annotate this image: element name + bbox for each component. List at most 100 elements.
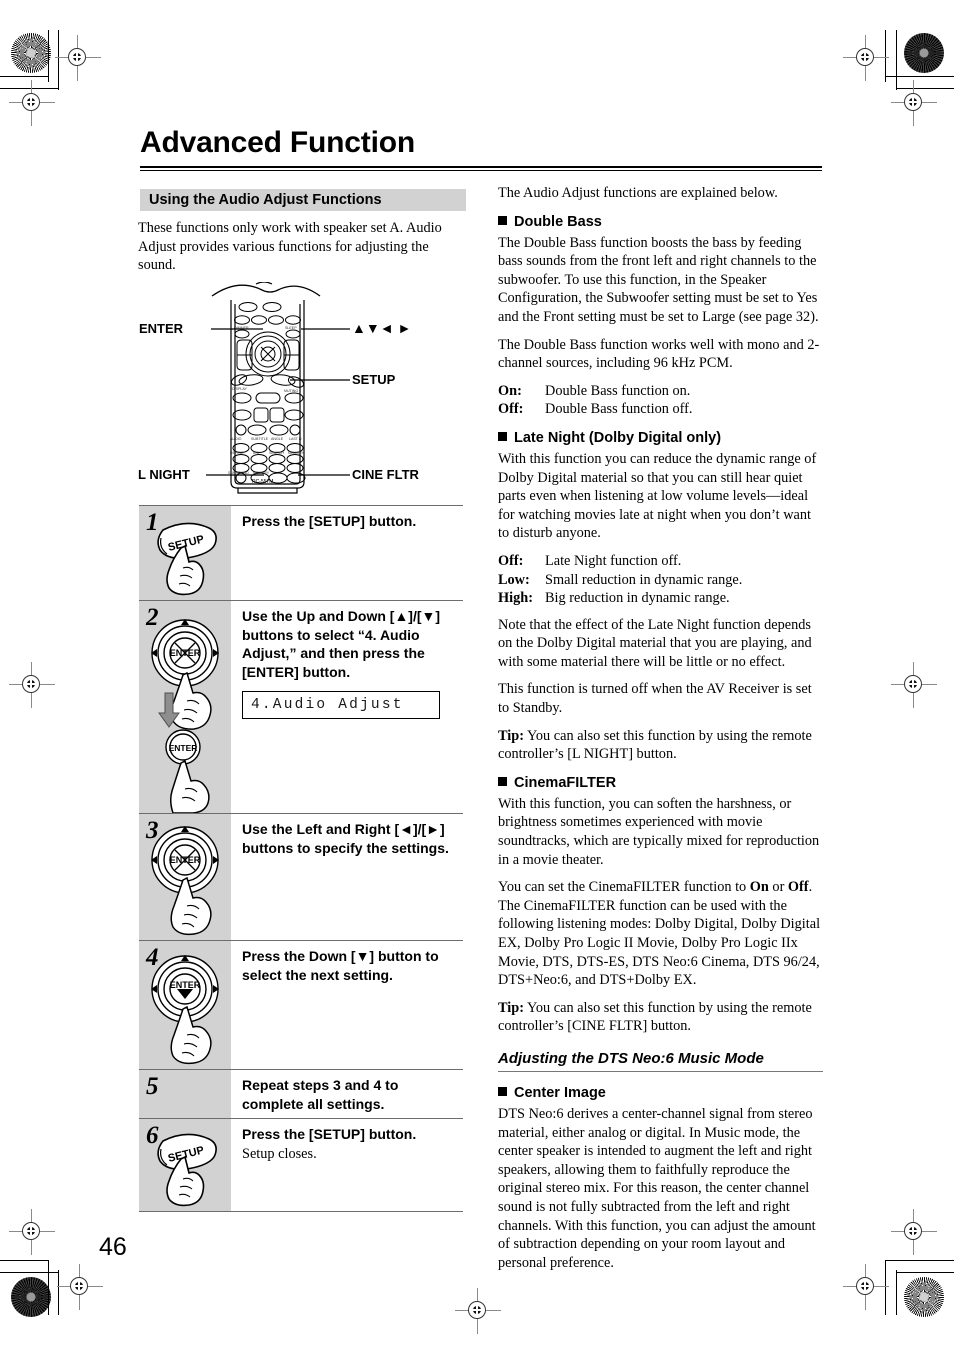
late-night-paragraph-3: This function is turned off when the AV … bbox=[498, 681, 812, 717]
cinemafilter-text-c: . The CinemaFILTER function can be used … bbox=[498, 879, 821, 989]
heading-cinemafilter-label: CinemaFILTER bbox=[514, 774, 617, 791]
step-title: Press the [SETUP] button. bbox=[242, 1126, 417, 1142]
registration-mark-top-left-outer bbox=[9, 80, 55, 126]
svg-text:AUDIO: AUDIO bbox=[230, 437, 242, 441]
audio-adjust-lead-text: The Audio Adjust functions are explained… bbox=[498, 185, 778, 201]
option-description: Double Bass function on. bbox=[545, 382, 691, 399]
crop-mark-top-right-h2 bbox=[896, 88, 954, 89]
double-bass-paragraph-2: The Double Bass function works well with… bbox=[498, 336, 820, 372]
callout-label-arrows: ▲▼◄ ► bbox=[352, 320, 412, 336]
registration-mark-bottom-right-inner bbox=[843, 1264, 889, 1310]
heading-center-image: Center Image bbox=[498, 1084, 823, 1103]
cinemafilter-value-off: Off bbox=[787, 879, 809, 896]
step-illustration-cell: 3 ENTER bbox=[139, 814, 231, 940]
crop-mark-bottom-left-h1 bbox=[0, 1260, 49, 1261]
crop-mark-top-right-h1 bbox=[886, 76, 954, 77]
svg-text:MUTING: MUTING bbox=[284, 389, 298, 393]
navigation-wheel-down-then-enter-icon: ENTER ENTER bbox=[151, 619, 219, 813]
cinemafilter-paragraph-2: You can set the CinemaFILTER function to… bbox=[498, 878, 823, 990]
cinemafilter-value-on: On bbox=[749, 879, 769, 896]
cinemafilter-text-a: You can set the CinemaFILTER function to bbox=[498, 879, 750, 896]
svg-text:MEMORY: MEMORY bbox=[288, 451, 305, 455]
procedure-steps-table: 1 SETUP Press the [SETUP] button. 2 ENTE… bbox=[139, 505, 463, 1212]
svg-text:ENTER: ENTER bbox=[170, 648, 201, 658]
tip-text: You can also set this function by using … bbox=[498, 999, 812, 1035]
option-row: High: Big reduction in dynamic range. bbox=[498, 589, 823, 608]
svg-text:ANGLE: ANGLE bbox=[271, 437, 284, 441]
navigation-wheel-down-icon: ENTER bbox=[151, 955, 219, 1065]
callout-label-l-night: L NIGHT bbox=[138, 467, 190, 482]
setup-button-press-icon: SETUP bbox=[157, 522, 217, 596]
svg-text:SUBTITLE: SUBTITLE bbox=[251, 437, 269, 441]
step-text-cell: Use the Left and Right [◄]/[►] buttons t… bbox=[231, 814, 463, 940]
bullet-square-icon bbox=[498, 1086, 507, 1096]
heading-late-night: Late Night (Dolby Digital only) bbox=[498, 429, 823, 448]
heading-double-bass-label: Double Bass bbox=[514, 213, 602, 230]
cinemafilter-text-b: or bbox=[768, 879, 788, 896]
svg-text:SLEEP: SLEEP bbox=[285, 326, 297, 330]
crop-mark-bottom-left-h2 bbox=[0, 1272, 59, 1273]
registration-mark-mid-left bbox=[9, 662, 55, 708]
option-row: On: Double Bass function on. bbox=[498, 382, 823, 401]
step-text-cell: Use the Up and Down [▲]/[▼] buttons to s… bbox=[231, 601, 463, 813]
step-row: 5 Repeat steps 3 and 4 to complete all s… bbox=[139, 1069, 463, 1118]
cinemafilter-paragraph-1: With this function, you can soften the h… bbox=[498, 795, 820, 868]
step-text-cell: Press the [SETUP] button. Setup closes. bbox=[231, 1119, 463, 1211]
crop-mark-top-right-v1 bbox=[885, 30, 886, 82]
crop-mark-top-right-v2 bbox=[896, 30, 897, 90]
option-term: High: bbox=[498, 590, 533, 607]
callout-label-enter: ENTER bbox=[139, 321, 184, 336]
svg-text:REPEAT: REPEAT bbox=[230, 451, 245, 455]
option-row: Low: Small reduction in dynamic range. bbox=[498, 571, 823, 590]
registration-mark-top-right-outer bbox=[891, 80, 937, 126]
callout-label-cine-fltr: CINE FLTR bbox=[352, 467, 419, 482]
tip-text: You can also set this function by using … bbox=[498, 727, 812, 763]
step-text-cell: Repeat steps 3 and 4 to complete all set… bbox=[231, 1070, 463, 1118]
step-row: 1 SETUP Press the [SETUP] button. bbox=[139, 505, 463, 600]
page-title: Advanced Function bbox=[140, 126, 415, 159]
heading-late-night-label: Late Night (Dolby Digital only) bbox=[514, 429, 722, 446]
step-title: Press the Down [▼] button to select the … bbox=[242, 948, 439, 983]
subsection-title-dts-neo6: Adjusting the DTS Neo:6 Music Mode bbox=[498, 1050, 823, 1072]
color-registration-star-top-right bbox=[904, 33, 944, 73]
option-term: Low: bbox=[498, 571, 530, 588]
step-number: 5 bbox=[146, 1073, 159, 1100]
svg-text:ENTER: ENTER bbox=[170, 855, 201, 865]
cinemafilter-tip: Tip: You can also set this function by u… bbox=[498, 999, 823, 1036]
lcd-display-readout: 4.Audio Adjust bbox=[242, 691, 440, 719]
heading-double-bass: Double Bass bbox=[498, 213, 823, 232]
step-text-cell: Press the [SETUP] button. bbox=[231, 506, 463, 600]
step-row: 6 SETUP Press the [SETUP] button. Setup … bbox=[139, 1118, 463, 1212]
late-night-paragraph-2: Note that the effect of the Late Night f… bbox=[498, 616, 812, 670]
option-term: Off: bbox=[498, 401, 524, 418]
crop-mark-top-left-v2 bbox=[58, 30, 59, 90]
option-description: Late Night function off. bbox=[545, 552, 682, 569]
option-term: On: bbox=[498, 382, 522, 399]
registration-mark-top-left-inner bbox=[55, 35, 101, 81]
heading-cinemafilter: CinemaFILTER bbox=[498, 774, 823, 793]
late-night-tip: Tip: You can also set this function by u… bbox=[498, 727, 823, 764]
option-description: Big reduction in dynamic range. bbox=[545, 590, 730, 607]
registration-mark-bottom-left-inner bbox=[57, 1264, 103, 1310]
late-night-paragraph-1: With this function you can reduce the dy… bbox=[498, 450, 817, 542]
bullet-square-icon bbox=[498, 431, 507, 441]
page-number: 46 bbox=[99, 1233, 127, 1261]
registration-mark-mid-right bbox=[891, 662, 937, 708]
title-underline bbox=[140, 166, 822, 171]
svg-text:DISPLAY: DISPLAY bbox=[232, 387, 248, 391]
step-row: 2 ENTER ENTER Use the Up and Down [▲]/[▼… bbox=[139, 600, 463, 813]
svg-text:SEARCH: SEARCH bbox=[269, 451, 284, 455]
option-row: Off: Double Bass function off. bbox=[498, 400, 823, 419]
bullet-square-icon bbox=[498, 776, 507, 786]
registration-mark-bottom-left-outer bbox=[9, 1209, 55, 1255]
crop-mark-top-left-h2 bbox=[0, 88, 59, 89]
registration-mark-bottom-right-outer bbox=[891, 1209, 937, 1255]
step-illustration-cell: 1 SETUP bbox=[139, 506, 231, 600]
crop-mark-top-left-h1 bbox=[0, 76, 49, 77]
section-intro-text: These functions only work with speaker s… bbox=[138, 220, 442, 274]
step-title: Press the [SETUP] button. bbox=[242, 513, 417, 529]
tip-label: Tip: bbox=[498, 727, 524, 744]
double-bass-paragraph-1: The Double Bass function boosts the bass… bbox=[498, 234, 819, 325]
registration-mark-bottom-center bbox=[455, 1288, 501, 1334]
crop-mark-bottom-right-v2 bbox=[896, 1270, 897, 1315]
